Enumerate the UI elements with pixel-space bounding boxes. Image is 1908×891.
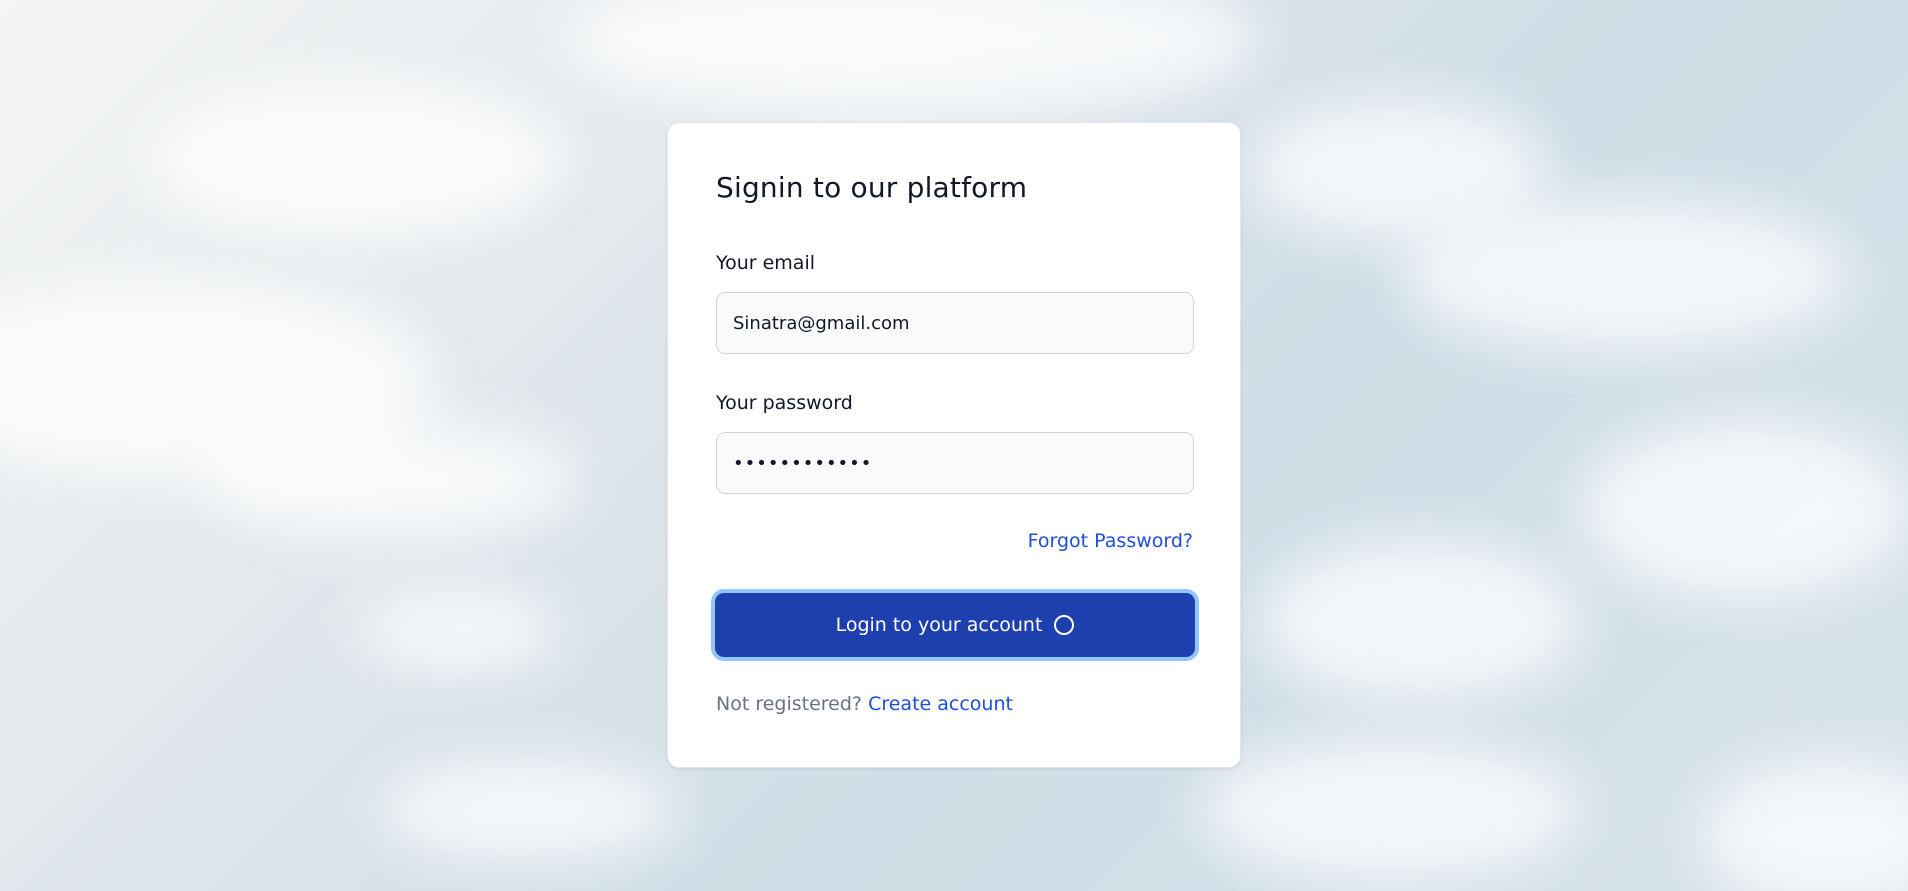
login-button-label: Login to your account [835,614,1043,636]
email-field-wrapper [716,292,1194,354]
signin-card: Signin to our platform Your email Your p… [667,122,1241,768]
password-field[interactable] [717,433,1193,493]
email-field[interactable] [717,293,1193,353]
password-label: Your password [716,392,853,414]
email-label: Your email [716,252,815,274]
password-field-wrapper [716,432,1194,494]
form-title: Signin to our platform [716,171,1028,204]
loading-spinner-icon [1054,615,1075,635]
login-button[interactable]: Login to your account [715,593,1195,657]
not-registered-text: Not registered? [716,693,863,715]
forgot-password-link[interactable]: Forgot Password? [1028,530,1193,552]
create-account-link[interactable]: Create account [868,693,1013,715]
register-prompt: Not registered? Create account [716,693,1013,715]
